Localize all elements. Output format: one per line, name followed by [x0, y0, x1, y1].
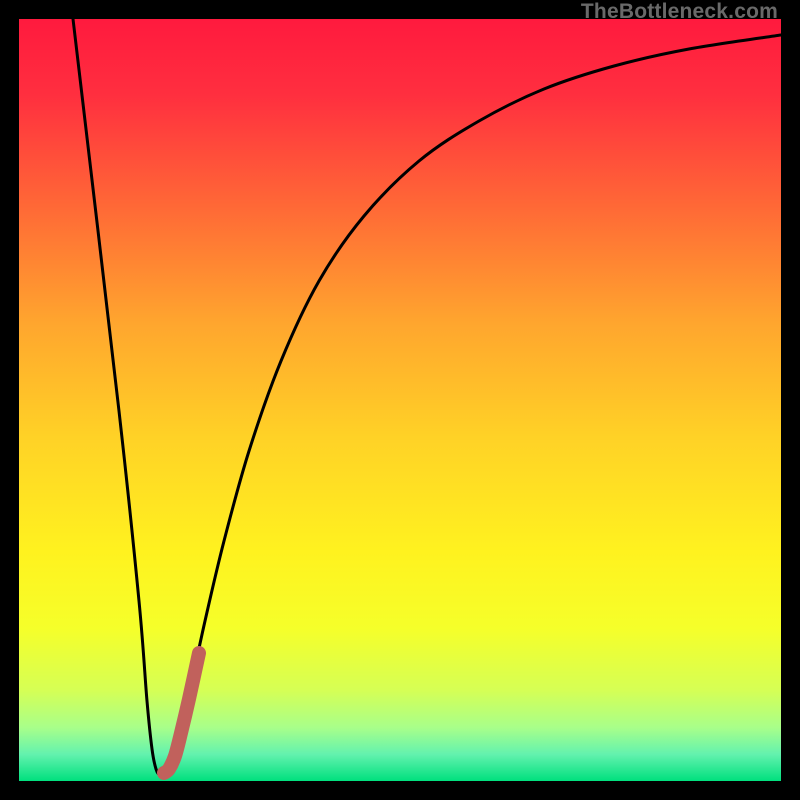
chart-frame: [19, 19, 781, 781]
gradient-background: [19, 19, 781, 781]
bottleneck-chart: [19, 19, 781, 781]
watermark-text: TheBottleneck.com: [581, 0, 778, 24]
